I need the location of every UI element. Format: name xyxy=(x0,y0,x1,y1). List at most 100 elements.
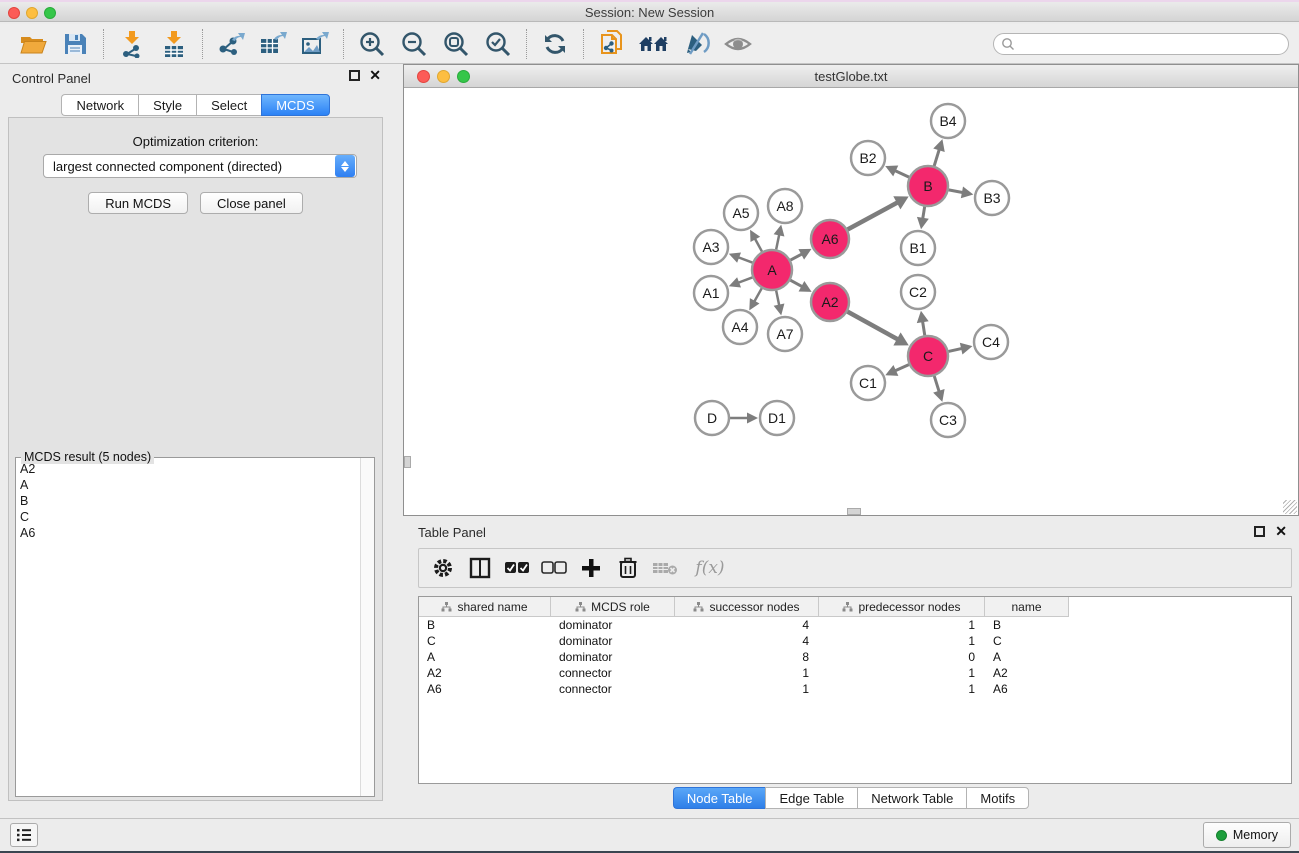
table-row[interactable]: Adominator80A xyxy=(419,649,1291,665)
graph-edge[interactable] xyxy=(894,170,909,177)
graph-node-C4[interactable]: C4 xyxy=(974,325,1008,359)
graph-node-C1[interactable]: C1 xyxy=(851,366,885,400)
graph-node-A1[interactable]: A1 xyxy=(694,276,728,310)
table-tab-motifs[interactable]: Motifs xyxy=(966,787,1029,809)
zoom-fit-button[interactable] xyxy=(435,26,477,62)
close-panel-icon[interactable]: ✕ xyxy=(369,68,381,82)
graph-edge[interactable] xyxy=(776,233,779,249)
graph-edge[interactable] xyxy=(848,202,899,230)
select-all-button[interactable] xyxy=(503,553,531,583)
delete-column-button[interactable] xyxy=(614,553,642,583)
column-header[interactable]: predecessor nodes xyxy=(819,597,985,617)
close-table-panel-icon[interactable]: ✕ xyxy=(1275,524,1287,538)
memory-button[interactable]: Memory xyxy=(1203,822,1291,848)
float-panel-icon[interactable] xyxy=(349,70,360,81)
hide-annotations-button[interactable] xyxy=(675,26,717,62)
save-session-button[interactable] xyxy=(54,26,96,62)
zoom-selected-button[interactable] xyxy=(477,26,519,62)
float-table-panel-icon[interactable] xyxy=(1254,526,1265,537)
graph-node-A7[interactable]: A7 xyxy=(768,317,802,351)
resize-grip[interactable] xyxy=(1283,500,1297,514)
graph-node-B1[interactable]: B1 xyxy=(901,231,935,265)
table-row[interactable]: Cdominator41C xyxy=(419,633,1291,649)
run-mcds-button[interactable]: Run MCDS xyxy=(88,192,188,214)
graph-node-A5[interactable]: A5 xyxy=(724,196,758,230)
graph-node-C[interactable]: C xyxy=(908,336,948,376)
graph-node-D[interactable]: D xyxy=(695,401,729,435)
graph-node-A4[interactable]: A4 xyxy=(723,310,757,344)
graph-edge[interactable] xyxy=(848,312,899,340)
graph-edge[interactable] xyxy=(894,365,909,372)
result-scrollbar[interactable] xyxy=(360,458,374,796)
result-item[interactable]: C xyxy=(16,509,360,525)
column-header[interactable]: shared name xyxy=(419,597,551,617)
vertical-scrollbar-thumb[interactable] xyxy=(404,456,411,468)
result-item[interactable]: A xyxy=(16,477,360,493)
graph-edge[interactable] xyxy=(949,190,964,193)
graph-node-A8[interactable]: A8 xyxy=(768,189,802,223)
result-item[interactable]: B xyxy=(16,493,360,509)
graph-node-A6[interactable]: A6 xyxy=(811,220,849,258)
table-row[interactable]: Bdominator41B xyxy=(419,617,1291,633)
graph-node-A[interactable]: A xyxy=(752,250,792,290)
graph-node-C2[interactable]: C2 xyxy=(901,275,935,309)
table-tab-edge-table[interactable]: Edge Table xyxy=(765,787,857,809)
deselect-all-button[interactable] xyxy=(540,553,568,583)
zoom-in-button[interactable] xyxy=(351,26,393,62)
function-builder-button[interactable]: f(x) xyxy=(688,553,732,583)
table-tab-network-table[interactable]: Network Table xyxy=(857,787,966,809)
table-row[interactable]: A6connector11A6 xyxy=(419,681,1291,697)
import-network-button[interactable] xyxy=(111,26,153,62)
import-table-button[interactable] xyxy=(153,26,195,62)
home-button[interactable] xyxy=(633,26,675,62)
tab-style[interactable]: Style xyxy=(138,94,196,116)
graph-edge[interactable] xyxy=(754,288,762,302)
horizontal-scrollbar-thumb[interactable] xyxy=(847,508,861,515)
result-item[interactable]: A2 xyxy=(16,461,360,477)
apply-layout-button[interactable] xyxy=(534,26,576,62)
graph-edge[interactable] xyxy=(737,277,752,283)
graph-node-A2[interactable]: A2 xyxy=(811,283,849,321)
show-details-button[interactable] xyxy=(717,26,759,62)
graph-node-B3[interactable]: B3 xyxy=(975,181,1009,215)
graph-edge[interactable] xyxy=(934,376,939,393)
graph-edge[interactable] xyxy=(790,280,803,287)
add-column-button[interactable] xyxy=(577,553,605,583)
graph-node-D1[interactable]: D1 xyxy=(760,401,794,435)
zoom-out-button[interactable] xyxy=(393,26,435,62)
graph-edge[interactable] xyxy=(776,291,779,307)
network-document-button[interactable] xyxy=(591,26,633,62)
table-tab-node-table[interactable]: Node Table xyxy=(673,787,766,809)
graph-edge[interactable] xyxy=(737,257,752,263)
graph-node-B2[interactable]: B2 xyxy=(851,141,885,175)
column-header[interactable]: MCDS role xyxy=(551,597,675,617)
graph-edge[interactable] xyxy=(754,238,762,252)
task-history-button[interactable] xyxy=(10,823,38,847)
tab-mcds[interactable]: MCDS xyxy=(261,94,329,116)
criterion-dropdown[interactable]: largest connected component (directed) xyxy=(43,154,357,178)
search-input[interactable] xyxy=(1015,35,1288,53)
export-image-button[interactable] xyxy=(294,26,336,62)
graph-node-B4[interactable]: B4 xyxy=(931,104,965,138)
graph-edge[interactable] xyxy=(922,320,924,335)
graph-node-C3[interactable]: C3 xyxy=(931,403,965,437)
tab-select[interactable]: Select xyxy=(196,94,261,116)
column-header[interactable]: successor nodes xyxy=(675,597,819,617)
column-header[interactable]: name xyxy=(985,597,1069,617)
close-panel-button[interactable]: Close panel xyxy=(200,192,303,214)
network-canvas[interactable]: A5 A8 A3 A6 A A1 A2 A4 A7 B4 B2 B B3 B1 C2 C4 C C1 C3 D D1 xyxy=(404,88,1298,515)
graph-edge[interactable] xyxy=(934,148,939,166)
result-item[interactable]: A6 xyxy=(16,525,360,541)
table-row[interactable]: A2connector11A2 xyxy=(419,665,1291,681)
graph-edge[interactable] xyxy=(948,348,963,351)
export-network-button[interactable] xyxy=(210,26,252,62)
show-columns-button[interactable] xyxy=(466,553,494,583)
tab-network[interactable]: Network xyxy=(61,94,138,116)
export-table-button[interactable] xyxy=(252,26,294,62)
delete-table-button[interactable] xyxy=(651,553,679,583)
graph-edge[interactable] xyxy=(791,253,803,260)
open-session-button[interactable] xyxy=(12,26,54,62)
graph-node-B[interactable]: B xyxy=(908,166,948,206)
graph-node-A3[interactable]: A3 xyxy=(694,230,728,264)
table-settings-button[interactable] xyxy=(429,553,457,583)
